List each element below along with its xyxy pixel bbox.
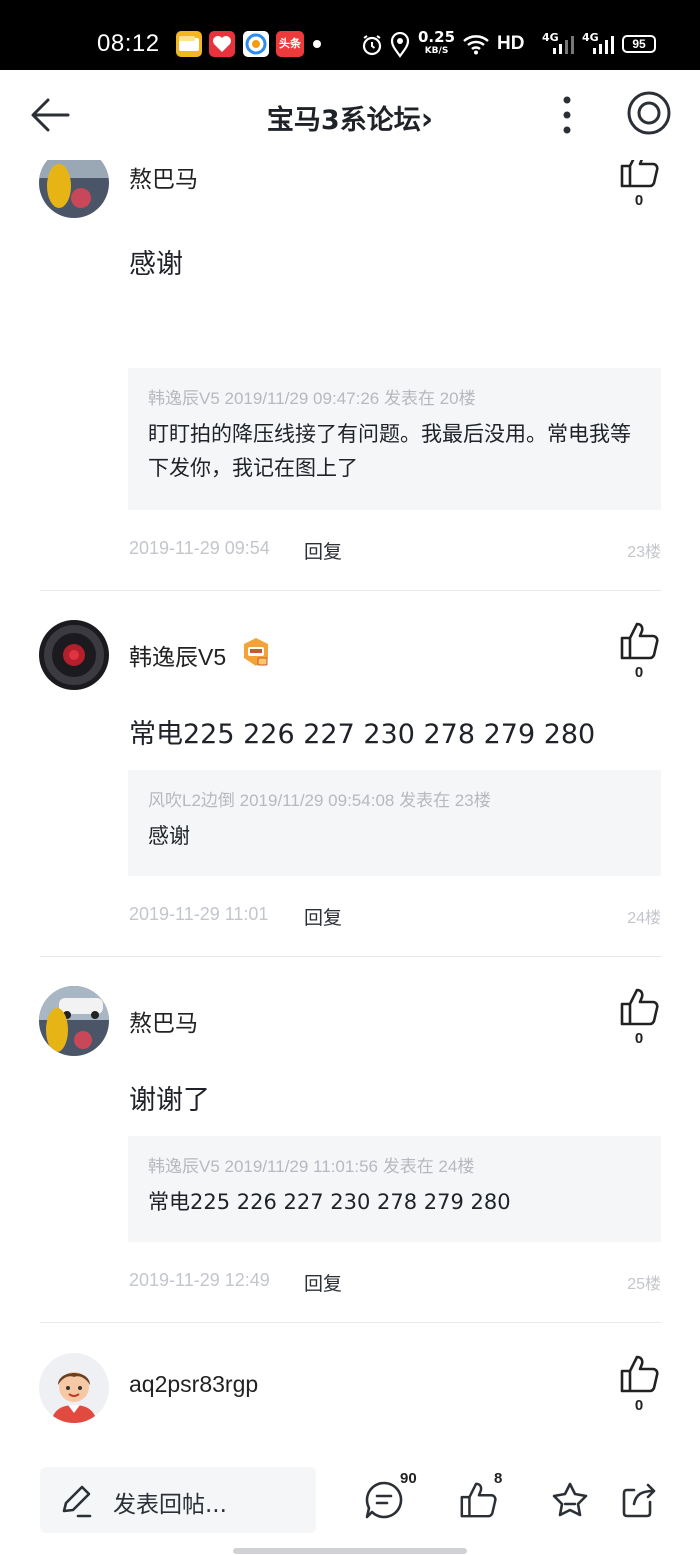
like-button[interactable]: 0: [614, 620, 664, 681]
reply-item: 熬巴马 0 谢谢了 韩逸辰V5 2019/11/29 11:01:56 发表在 …: [0, 986, 700, 1316]
wifi-icon: [463, 35, 489, 55]
like-count: 0: [634, 192, 644, 209]
like-count: 0: [634, 1397, 644, 1414]
reply-list: 熬巴马 0 感谢 韩逸辰V5 2019/11/29 09:47:26 发表在 2…: [0, 160, 700, 1450]
reply-button[interactable]: 回复: [304, 537, 342, 564]
pen-icon: [62, 1485, 92, 1518]
toutiao-app-icon: 头条: [276, 31, 304, 57]
bottom-action-bar: 发表回帖... 90 8: [0, 1450, 700, 1555]
camera-app-icon: [243, 31, 269, 57]
divider: [40, 956, 661, 957]
quote-text: 常电225 226 227 230 278 279 280: [148, 1190, 511, 1214]
floor-number: 25楼: [627, 1276, 661, 1293]
reply-content: 谢谢了: [129, 1085, 210, 1116]
reply-item: 韩逸辰V5 0 常电225 226 227 230 278 279 280 风吹…: [0, 620, 700, 950]
forum-title[interactable]: 宝马3系论坛›: [0, 98, 700, 137]
signal-strength-icon-2: [593, 36, 614, 54]
like-count: 0: [634, 1030, 644, 1047]
reply-input[interactable]: 发表回帖...: [40, 1467, 316, 1533]
floor-number: 24楼: [627, 910, 661, 927]
floor-number: 23楼: [627, 544, 661, 561]
quote-meta: 韩逸辰V5 2019/11/29 11:01:56 发表在 24楼: [148, 1157, 475, 1176]
alarm-icon: [362, 35, 382, 56]
status-bar: 08:12 头条 0.25 KB/S HD 4G 4G 95: [0, 0, 700, 70]
reply-date: 2019-11-29 09:54: [129, 538, 270, 558]
close-miniprogram-icon[interactable]: [626, 90, 672, 136]
signal-strength-icon-1: [553, 36, 574, 54]
top-navigation: 宝马3系论坛›: [0, 70, 700, 160]
reply-date: 2019-11-29 11:01: [129, 904, 269, 924]
notification-dot-icon: [313, 40, 321, 48]
thumbs-up-icon: [620, 160, 659, 188]
level-badge-icon: [244, 638, 268, 666]
avatar[interactable]: [39, 160, 109, 218]
chevron-right-icon: ›: [420, 102, 434, 137]
username[interactable]: 熬巴马: [129, 1004, 198, 1038]
favorite-star-icon[interactable]: [550, 1480, 590, 1520]
reply-button[interactable]: 回复: [304, 903, 342, 930]
reply-placeholder: 发表回帖...: [113, 1492, 227, 1518]
status-time: 08:12: [97, 30, 160, 57]
avatar[interactable]: [39, 620, 109, 690]
wallet-app-icon: [176, 31, 202, 57]
divider: [40, 590, 661, 591]
like-button[interactable]: 0: [614, 986, 664, 1047]
quote-text: 感谢: [148, 824, 190, 848]
quoted-reply[interactable]: 风吹L2边倒 2019/11/29 09:54:08 发表在 23楼 感谢: [128, 770, 661, 876]
quote-meta: 韩逸辰V5 2019/11/29 09:47:26 发表在 20楼: [148, 389, 476, 408]
comment-icon[interactable]: [364, 1480, 404, 1520]
like-button[interactable]: 0: [614, 1353, 664, 1414]
thumbs-up-icon: [620, 622, 659, 660]
more-options-icon[interactable]: [552, 92, 582, 138]
avatar[interactable]: [39, 1353, 109, 1423]
like-button[interactable]: 0: [614, 160, 664, 209]
comment-count: 90: [400, 1470, 417, 1487]
share-icon[interactable]: [620, 1480, 660, 1520]
reply-content: 常电225 226 227 230 278 279 280: [129, 719, 596, 750]
reply-button[interactable]: 回复: [304, 1269, 342, 1296]
reply-date: 2019-11-29 12:49: [129, 1270, 270, 1290]
reply-footer: 2019-11-29 09:54 回复 23楼: [129, 537, 661, 564]
reply-item: aq2psr83rgp 0: [0, 1353, 700, 1450]
username[interactable]: 韩逸辰V5: [129, 638, 226, 672]
home-indicator[interactable]: [233, 1548, 467, 1554]
like-count: 0: [634, 664, 644, 681]
thumbs-up-icon: [620, 1355, 659, 1393]
location-icon: [390, 32, 410, 58]
like-total-count: 8: [494, 1470, 503, 1487]
divider: [40, 1322, 661, 1323]
username[interactable]: 熬巴马: [129, 160, 198, 194]
hd-indicator: HD: [497, 33, 525, 54]
quote-meta: 风吹L2边倒 2019/11/29 09:54:08 发表在 23楼: [148, 791, 491, 810]
quote-text: 盯盯拍的降压线接了有问题。我最后没用。常电我等下发你，我记在图上了: [148, 422, 631, 480]
quoted-reply[interactable]: 韩逸辰V5 2019/11/29 09:47:26 发表在 20楼 盯盯拍的降压…: [128, 368, 661, 510]
reply-footer: 2019-11-29 11:01 回复 24楼: [129, 903, 661, 930]
reply-footer: 2019-11-29 12:49 回复 25楼: [129, 1269, 661, 1296]
username[interactable]: aq2psr83rgp: [129, 1371, 258, 1398]
thumbs-up-icon[interactable]: [458, 1480, 498, 1520]
reply-content: 感谢: [129, 249, 183, 280]
reply-item: 熬巴马 0 感谢 韩逸辰V5 2019/11/29 09:47:26 发表在 2…: [0, 160, 700, 590]
battery-icon: 95: [622, 35, 656, 53]
thumbs-up-icon: [620, 988, 659, 1026]
network-speed: 0.25 KB/S: [418, 28, 456, 57]
quoted-reply[interactable]: 韩逸辰V5 2019/11/29 11:01:56 发表在 24楼 常电225 …: [128, 1136, 661, 1242]
health-app-icon: [209, 31, 235, 57]
avatar[interactable]: [39, 986, 109, 1056]
